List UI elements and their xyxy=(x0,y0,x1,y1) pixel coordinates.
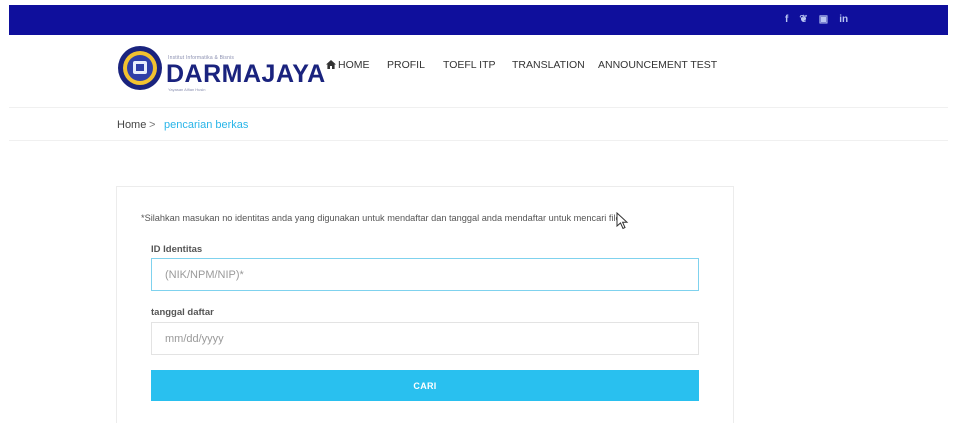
breadcrumb: Home > pencarian berkas xyxy=(9,107,948,141)
nav-toefl-itp[interactable]: TOEFL ITP xyxy=(443,59,496,71)
darmajaya-seal-logo[interactable] xyxy=(117,45,163,91)
nav-translation[interactable]: TRANSLATION xyxy=(512,59,585,71)
search-form-card: *Silahkan masukan no identitas anda yang… xyxy=(116,186,734,423)
breadcrumb-separator: > xyxy=(149,119,156,131)
instagram-icon[interactable]: ▣ xyxy=(819,14,828,26)
social-links: f ❦ ▣ in xyxy=(785,14,848,26)
tanggal-daftar-label: tanggal daftar xyxy=(151,307,214,318)
breadcrumb-home[interactable]: Home xyxy=(117,119,146,131)
twitter-icon[interactable]: ❦ xyxy=(799,14,807,26)
cari-button[interactable]: CARI xyxy=(151,370,699,401)
mouse-cursor-icon xyxy=(616,212,629,230)
nav-home-label: HOME xyxy=(338,59,370,71)
form-instruction-note: *Silahkan masukan no identitas anda yang… xyxy=(141,213,621,223)
facebook-icon[interactable]: f xyxy=(785,14,788,26)
logo-foundation-text: Yayasan Alfian Husin xyxy=(168,87,206,92)
nav-home[interactable]: HOME xyxy=(326,59,370,71)
id-identitas-input[interactable] xyxy=(151,258,699,291)
site-header: Institut Informatika & Bisnis DARMAJAYA … xyxy=(9,35,948,101)
breadcrumb-current: pencarian berkas xyxy=(164,119,249,131)
id-identitas-label: ID Identitas xyxy=(151,244,203,255)
top-bar: f ❦ ▣ in xyxy=(9,5,948,35)
nav-profil[interactable]: PROFIL xyxy=(387,59,425,71)
linkedin-icon[interactable]: in xyxy=(839,14,848,26)
tanggal-daftar-input[interactable] xyxy=(151,322,699,355)
nav-announcement-test[interactable]: ANNOUNCEMENT TEST xyxy=(598,59,717,71)
home-icon xyxy=(326,60,336,69)
logo-title[interactable]: DARMAJAYA xyxy=(166,60,326,88)
